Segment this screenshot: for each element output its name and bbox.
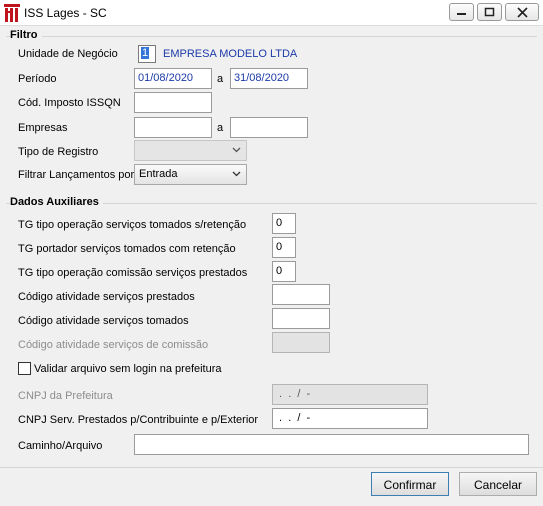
maximize-icon — [484, 7, 495, 17]
caminho-label: Caminho/Arquivo — [18, 440, 103, 452]
periodo-to-input[interactable]: 31/08/2020 — [230, 68, 308, 89]
minimize-button[interactable] — [449, 3, 474, 21]
tg-tomados-input[interactable]: 0 — [272, 213, 296, 234]
tipo-registro-label: Tipo de Registro — [18, 146, 99, 158]
unidade-label: Unidade de Negócio — [18, 48, 118, 60]
close-icon — [517, 7, 528, 18]
cod-prestados-input[interactable] — [272, 284, 330, 305]
auxiliares-title: Dados Auxiliares — [10, 196, 103, 208]
tg-portador-label: TG portador serviços tomados com retençã… — [18, 243, 236, 255]
cod-prestados-label: Código atividade serviços prestados — [18, 291, 195, 303]
tg-comissao-label: TG tipo operação comissão serviços prest… — [18, 267, 248, 279]
confirmar-button[interactable]: Confirmar — [371, 472, 449, 496]
empresas-separator: a — [217, 122, 224, 134]
close-button[interactable] — [505, 3, 539, 21]
tg-comissao-input[interactable]: 0 — [272, 261, 296, 282]
validar-label: Validar arquivo sem login na prefeitura — [34, 363, 222, 375]
cnpj-prefeitura-label: CNPJ da Prefeitura — [18, 390, 113, 402]
validar-checkbox[interactable] — [18, 362, 31, 375]
cnpj-prefeitura-input: . . / - — [272, 384, 428, 405]
cod-tomados-input[interactable] — [272, 308, 330, 329]
caminho-input[interactable] — [134, 434, 529, 455]
cod-comissao-input — [272, 332, 330, 353]
cnpj-serv-input[interactable]: . . / - — [272, 408, 428, 429]
cnpj-serv-label: CNPJ Serv. Prestados p/Contribuinte e p/… — [18, 414, 259, 426]
tipo-registro-select[interactable] — [134, 140, 247, 161]
title-bar: ISS Lages - SC — [0, 0, 543, 26]
chevron-down-icon — [232, 171, 241, 177]
cancelar-button[interactable]: Cancelar — [459, 472, 537, 496]
button-bar-divider — [0, 467, 543, 468]
app-logo-icon — [4, 4, 20, 22]
cod-comissao-label: Código atividade serviços de comissão — [18, 339, 209, 351]
cod-imposto-input[interactable] — [134, 92, 212, 113]
chevron-down-icon — [232, 147, 241, 153]
cod-imposto-label: Cód. Imposto ISSQN — [18, 97, 121, 109]
tg-tomados-label: TG tipo operação serviços tomados s/rete… — [18, 219, 247, 231]
maximize-button[interactable] — [477, 3, 502, 21]
unidade-code-input[interactable]: 1 — [138, 45, 156, 63]
minimize-icon — [457, 13, 466, 15]
filtrar-value: Entrada — [139, 168, 178, 180]
periodo-label: Período — [18, 73, 57, 85]
periodo-from-input[interactable]: 01/08/2020 — [134, 68, 212, 89]
tg-portador-input[interactable]: 0 — [272, 237, 296, 258]
cod-tomados-label: Código atividade serviços tomados — [18, 315, 189, 327]
empresas-label: Empresas — [18, 122, 68, 134]
filtro-title: Filtro — [10, 29, 42, 41]
window-title: ISS Lages - SC — [24, 6, 107, 20]
unidade-name: EMPRESA MODELO LTDA — [163, 48, 298, 60]
periodo-separator: a — [217, 73, 224, 85]
filtrar-select[interactable]: Entrada — [134, 164, 247, 185]
empresas-to-input[interactable] — [230, 117, 308, 138]
filtrar-label: Filtrar Lançamentos por — [18, 169, 135, 181]
empresas-from-input[interactable] — [134, 117, 212, 138]
